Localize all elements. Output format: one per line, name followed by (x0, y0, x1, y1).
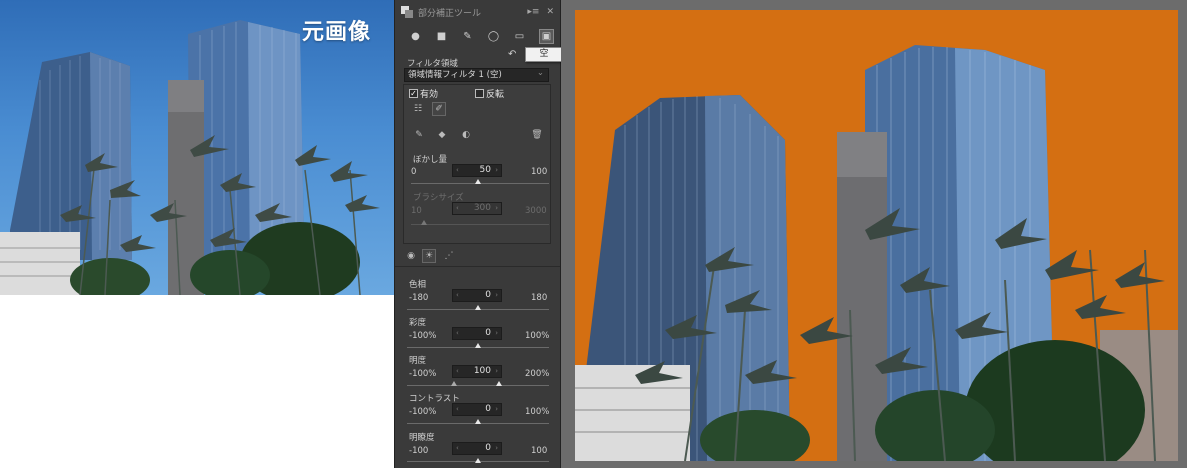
invert-label: 反転 (486, 90, 505, 100)
filter-select[interactable]: 領域情報フィルタ 1 (空) (404, 67, 549, 82)
panel-menu-icon[interactable]: ▸≡ (527, 7, 539, 17)
brush-size-min: 10 (411, 206, 422, 216)
contrast-min: -100% (409, 407, 437, 417)
eraser-icon[interactable]: ◆ (435, 128, 449, 142)
detail-icon[interactable]: ⋰ (442, 249, 456, 263)
brightness-default-marker (451, 381, 457, 386)
hue-label: 色相 (409, 280, 427, 290)
clarity-value: 0 (485, 443, 491, 453)
blur-input[interactable]: ‹ 50 › (452, 164, 502, 177)
edited-photo (575, 45, 1178, 461)
add-brush-icon[interactable]: ✎ (412, 128, 426, 142)
partial-correction-panel: 部分補正ツール ▸≡ ✕ ● ■ ✎ ◯ ▭ ▣ ↶ 空 フィルタ領域 領域情報フ… (394, 0, 563, 468)
brush-size-value: 300 (473, 203, 491, 213)
contrast-input[interactable]: ‹ 0 › (452, 403, 502, 416)
original-image: 元画像 (0, 0, 394, 295)
contrast-max: 100% (525, 407, 550, 417)
section-divider (395, 266, 560, 267)
hue-value: 0 (485, 290, 491, 300)
edited-image-frame (561, 0, 1187, 468)
hue-slider-handle[interactable] (475, 305, 481, 310)
hue-max: 180 (531, 293, 548, 303)
region-info-tool-icon[interactable]: ▣ (539, 28, 554, 44)
close-icon[interactable]: ✕ (546, 7, 554, 17)
saturation-min: -100% (409, 331, 437, 341)
blur-slider-handle[interactable] (475, 179, 481, 184)
brightness-min: -100% (409, 369, 437, 379)
auto-detect-icon[interactable]: ◐ (459, 128, 473, 142)
brightness-input[interactable]: ‹ 100 › (452, 365, 502, 378)
rectangle-tool-icon[interactable]: ■ (435, 30, 448, 43)
clarity-input[interactable]: ‹ 0 › (452, 442, 502, 455)
tool-row: ● ■ ✎ ◯ ▭ ▣ (395, 24, 560, 48)
brightness-value: 100 (473, 366, 491, 376)
clarity-label: 明瞭度 (409, 433, 435, 443)
saturation-slider-handle[interactable] (475, 343, 481, 348)
check-icon: ✓ (409, 88, 418, 98)
contrast-slider-handle[interactable] (475, 419, 481, 424)
panel-title: 部分補正ツール (418, 8, 482, 19)
brightness-slider-track[interactable] (407, 385, 549, 386)
brush-tool-icon[interactable]: ✎ (461, 30, 474, 43)
contrast-value: 0 (485, 404, 491, 414)
blur-value: 50 (479, 165, 491, 175)
enable-label: 有効 (420, 90, 439, 100)
clarity-slider-handle[interactable] (475, 458, 481, 463)
enable-checkbox[interactable]: ✓ 有効 (409, 87, 438, 100)
mask-brush-icon[interactable]: ✐ (432, 102, 446, 116)
hue-input[interactable]: ‹ 0 › (452, 289, 502, 302)
hue-min: -180 (409, 293, 429, 303)
delete-icon[interactable]: 🗑 (530, 128, 544, 142)
brightness-max: 200% (525, 369, 550, 379)
lasso-tool-icon[interactable]: ◯ (487, 30, 500, 43)
color-adjust-icon[interactable]: ◉ (404, 249, 418, 263)
saturation-max: 100% (525, 331, 550, 341)
clarity-min: -100 (409, 446, 429, 456)
clarity-max: 100 (531, 446, 548, 456)
blur-min: 0 (411, 167, 417, 177)
mask-options-icon[interactable]: ☷ (411, 102, 425, 116)
brush-size-slider-track[interactable] (411, 224, 549, 225)
speech-tool-icon[interactable]: ▭ (513, 30, 526, 43)
original-image-label: 元画像 (302, 20, 372, 45)
saturation-label: 彩度 (409, 318, 427, 328)
brush-size-input[interactable]: ‹ 300 › (452, 202, 502, 215)
circle-tool-icon[interactable]: ● (409, 30, 422, 43)
blur-max: 100 (531, 167, 548, 177)
exposure-icon[interactable]: ☀ (422, 249, 436, 263)
blur-label: ぼかし量 (413, 155, 448, 165)
saturation-input[interactable]: ‹ 0 › (452, 327, 502, 340)
panel-tool-icon (401, 6, 413, 18)
brush-size-slider-handle[interactable] (421, 220, 427, 225)
invert-check-box (475, 89, 484, 98)
edited-image (575, 10, 1178, 461)
tooltip-sky: 空 (525, 47, 563, 62)
undo-icon[interactable]: ↶ (508, 49, 516, 60)
panel-title-bar: 部分補正ツール ▸≡ ✕ (395, 0, 560, 24)
brightness-slider-handle[interactable] (496, 381, 502, 386)
saturation-value: 0 (485, 328, 491, 338)
invert-checkbox[interactable]: 反転 (475, 87, 504, 100)
brush-size-max: 3000 (525, 206, 547, 216)
brightness-label: 明度 (409, 356, 427, 366)
